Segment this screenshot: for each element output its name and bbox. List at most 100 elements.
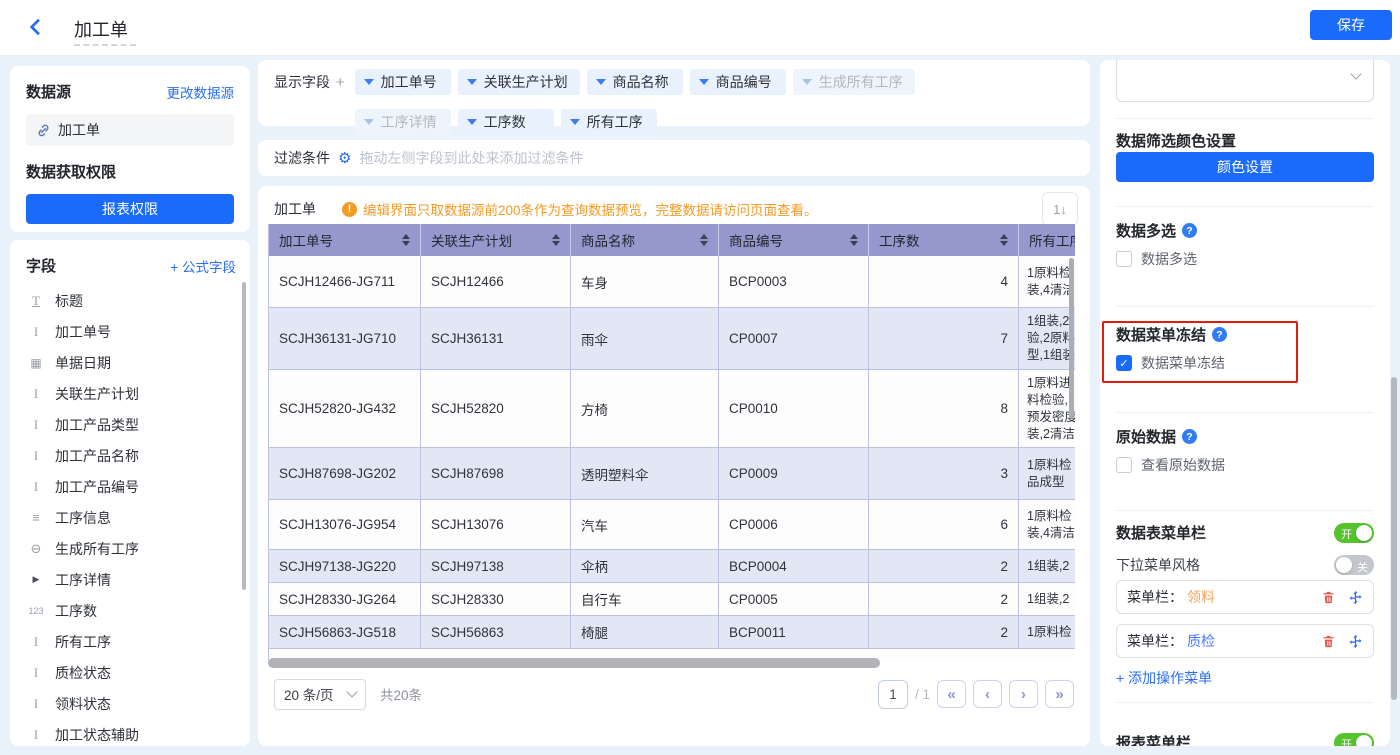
- page-title[interactable]: 加工单: [74, 16, 128, 42]
- help-icon[interactable]: [1212, 327, 1227, 342]
- window-scrollbar[interactable]: [1391, 377, 1397, 700]
- sort-order-icon[interactable]: [1042, 192, 1078, 226]
- field-item[interactable]: I 加工单号: [26, 316, 236, 347]
- table-cell: CP0006: [719, 500, 869, 550]
- move-icon[interactable]: [1348, 634, 1363, 649]
- add-formula-field-link[interactable]: + 公式字段: [170, 256, 236, 276]
- field-item[interactable]: ≡ 工序信息: [26, 502, 236, 533]
- datasource-item[interactable]: 加工单: [26, 114, 234, 146]
- help-icon[interactable]: [1182, 429, 1197, 444]
- table-row[interactable]: SCJH52820-JG432SCJH52820方椅CP001081原料进 料检…: [269, 370, 1075, 448]
- field-item[interactable]: I 质检状态: [26, 657, 236, 688]
- display-field-chip[interactable]: 关联生产计划: [458, 69, 580, 95]
- help-icon[interactable]: [1182, 223, 1197, 238]
- gear-icon[interactable]: [338, 149, 351, 167]
- field-item[interactable]: 123 工序数: [26, 595, 236, 626]
- filter-placeholder: 拖动左侧字段到此处来添加过滤条件: [359, 148, 583, 168]
- dropdown-style-toggle[interactable]: 关: [1334, 555, 1374, 575]
- field-label: 领料状态: [55, 694, 111, 714]
- move-icon[interactable]: [1348, 590, 1363, 605]
- field-item[interactable]: ⊖ 生成所有工序: [26, 533, 236, 564]
- display-field-chip[interactable]: 生成所有工序: [793, 69, 915, 95]
- field-item[interactable]: I 领料状态: [26, 688, 236, 719]
- table-column-header[interactable]: 所有工序: [1019, 224, 1075, 256]
- report-permission-button[interactable]: 报表权限: [26, 194, 234, 224]
- table-cell: SCJH87698-JG202: [269, 448, 421, 500]
- table-menubar-toggle[interactable]: 开: [1334, 523, 1374, 543]
- display-field-chip[interactable]: 加工单号: [355, 69, 451, 95]
- dropdown-style-row: 下拉菜单风格 关: [1116, 555, 1374, 575]
- display-field-chip[interactable]: 所有工序: [561, 109, 657, 135]
- table-column-header[interactable]: 商品名称: [571, 224, 719, 256]
- table-column-header[interactable]: 加工单号: [269, 224, 421, 256]
- field-item[interactable]: ▶ 工序详情: [26, 564, 236, 595]
- field-item[interactable]: I 加工产品名称: [26, 440, 236, 471]
- field-item[interactable]: I 加工产品类型: [26, 409, 236, 440]
- report-menubar-toggle[interactable]: 开: [1334, 733, 1374, 747]
- next-page-button[interactable]: [1009, 680, 1038, 708]
- trash-icon[interactable]: [1321, 590, 1336, 605]
- page-size-select[interactable]: 20 条/页: [274, 679, 366, 710]
- back-icon[interactable]: [30, 19, 47, 36]
- top-bar: 加工单 保存: [0, 0, 1400, 56]
- expand-icon: ▶: [26, 574, 46, 585]
- chip-label: 关联生产计划: [484, 72, 568, 92]
- table-row[interactable]: SCJH87698-JG202SCJH87698透明塑料伞CP000931原料检…: [269, 448, 1075, 500]
- color-setting-button[interactable]: 颜色设置: [1116, 152, 1374, 182]
- settings-select[interactable]: [1116, 60, 1374, 102]
- table-row[interactable]: SCJH12466-JG711SCJH12466车身BCP000341原料检 装…: [269, 256, 1075, 308]
- display-field-chip[interactable]: 商品名称: [587, 69, 683, 95]
- trash-icon[interactable]: [1321, 634, 1336, 649]
- multi-select-checkbox[interactable]: [1116, 251, 1132, 267]
- preview-title: 加工单: [274, 199, 316, 219]
- change-datasource-link[interactable]: 更改数据源: [167, 82, 235, 102]
- table-row[interactable]: SCJH97138-JG220SCJH97138伞柄BCP000421组装,2: [269, 550, 1075, 583]
- page-number-input[interactable]: [878, 680, 908, 709]
- column-label: 关联生产计划: [431, 230, 512, 250]
- table-cell: BCP0011: [719, 616, 869, 649]
- fields-scrollbar[interactable]: [242, 282, 246, 590]
- field-item[interactable]: I 关联生产计划: [26, 378, 236, 409]
- field-item[interactable]: ▦ 单据日期: [26, 347, 236, 378]
- menu-bar-card: 菜单栏： 质检: [1116, 624, 1374, 658]
- warning-icon: [342, 202, 357, 217]
- multi-select-checkbox-row[interactable]: 数据多选: [1116, 249, 1374, 269]
- add-menu-link[interactable]: + 添加操作菜单: [1116, 668, 1374, 688]
- table-cell: 雨伞: [571, 308, 719, 370]
- display-field-chip[interactable]: 工序详情: [355, 109, 451, 135]
- table-column-header[interactable]: 工序数: [869, 224, 1019, 256]
- add-display-field-icon[interactable]: +: [336, 74, 345, 91]
- prev-page-button[interactable]: [973, 680, 1002, 708]
- table-row[interactable]: SCJH13076-JG954SCJH13076汽车CP000661原料检 装,…: [269, 500, 1075, 550]
- dropdown-style-label: 下拉菜单风格: [1116, 555, 1200, 575]
- field-item[interactable]: I 加工状态辅助: [26, 719, 236, 746]
- table-column-header[interactable]: 关联生产计划: [421, 224, 571, 256]
- display-field-chip[interactable]: 工序数: [458, 109, 554, 135]
- display-field-chip[interactable]: 商品编号: [690, 69, 786, 95]
- last-page-button[interactable]: [1045, 680, 1074, 708]
- menu-freeze-checkbox-row[interactable]: 数据菜单冻结: [1116, 353, 1374, 373]
- table-row[interactable]: SCJH28330-JG264SCJH28330自行车CP000521组装,2: [269, 583, 1075, 616]
- sort-icon: [552, 234, 560, 246]
- table-row[interactable]: SCJH56863-JG518SCJH56863椅腿BCP001121原料检: [269, 616, 1075, 649]
- field-item[interactable]: I 所有工序: [26, 626, 236, 657]
- field-item[interactable]: T 标题: [26, 285, 236, 316]
- chip-label: 商品编号: [716, 72, 772, 92]
- menu-freeze-checkbox[interactable]: [1116, 355, 1132, 371]
- table-horizontal-scrollbar[interactable]: [268, 658, 880, 668]
- table-vertical-scrollbar[interactable]: [1069, 258, 1074, 418]
- field-item[interactable]: I 加工产品编号: [26, 471, 236, 502]
- table-cell: SCJH52820-JG432: [269, 370, 421, 448]
- settings-panel: 数据筛选颜色设置 颜色设置 数据多选 数据多选 数据菜单冻结 数据菜单冻结 原始…: [1100, 60, 1390, 746]
- number-icon: 123: [26, 606, 46, 616]
- table-cell: SCJH87698: [421, 448, 571, 500]
- table-cell: 1原料进 料检验, 预发密度 装,2清洁: [1019, 370, 1075, 448]
- first-page-button[interactable]: [937, 680, 966, 708]
- raw-data-checkbox[interactable]: [1116, 457, 1132, 473]
- chip-label: 商品名称: [613, 72, 669, 92]
- table-row[interactable]: SCJH36131-JG710SCJH36131雨伞CP000771组装,2 验…: [269, 308, 1075, 370]
- save-button[interactable]: 保存: [1310, 10, 1392, 40]
- table-column-header[interactable]: 商品编号: [719, 224, 869, 256]
- raw-data-checkbox-row[interactable]: 查看原始数据: [1116, 455, 1374, 475]
- table-cell: BCP0004: [719, 550, 869, 583]
